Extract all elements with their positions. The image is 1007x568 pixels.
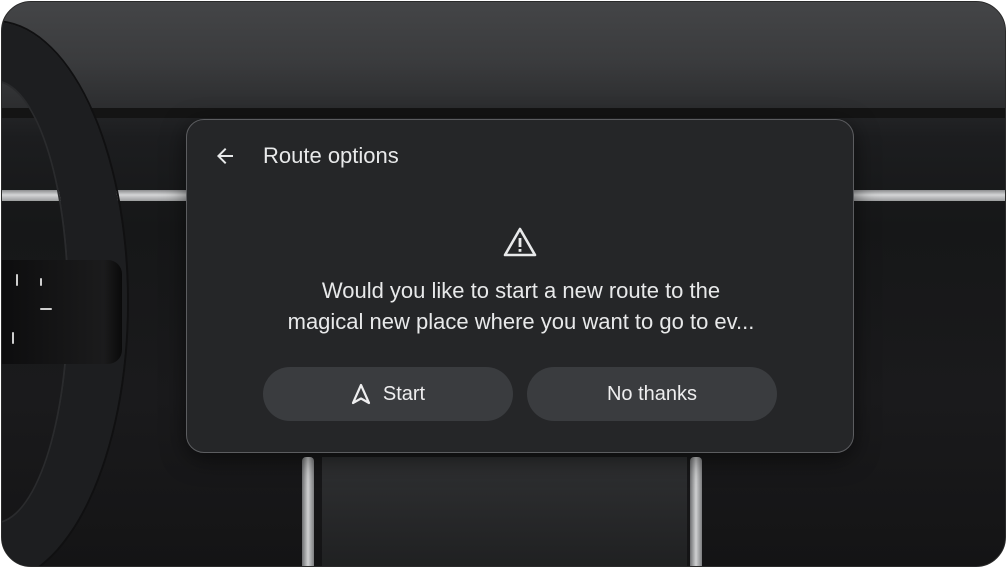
navigation-arrow-icon [351, 383, 370, 405]
dialog-message: Would you like to start a new route to t… [227, 275, 815, 337]
steering-wheel-controls [2, 260, 122, 364]
dialog-title: Route options [263, 143, 399, 168]
message-line-1: Would you like to start a new route to t… [321, 278, 721, 303]
arrow-back-icon [217, 148, 233, 164]
back-button[interactable] [207, 138, 243, 174]
car-dashboard-frame: Route options Would you like to start a … [1, 1, 1006, 567]
console-vent-right [690, 457, 702, 566]
dashboard-groove [2, 108, 1005, 118]
start-button[interactable]: Start [263, 367, 513, 421]
wheel-button-mark [40, 308, 52, 310]
message-line-2: magical new place where you want to go t… [287, 309, 755, 334]
start-button-label: Start [382, 382, 426, 405]
route-options-dialog: Route options Would you like to start a … [186, 119, 854, 453]
warning-icon [503, 227, 537, 257]
wheel-button-mark [12, 332, 14, 344]
wheel-button-mark [40, 278, 42, 286]
no-thanks-button-label: No thanks [606, 382, 698, 405]
wheel-button-mark [16, 274, 18, 286]
console-vent-left [302, 457, 314, 566]
dashboard-top [2, 2, 1005, 112]
no-thanks-button[interactable]: No thanks [527, 367, 777, 421]
center-console [322, 457, 687, 566]
